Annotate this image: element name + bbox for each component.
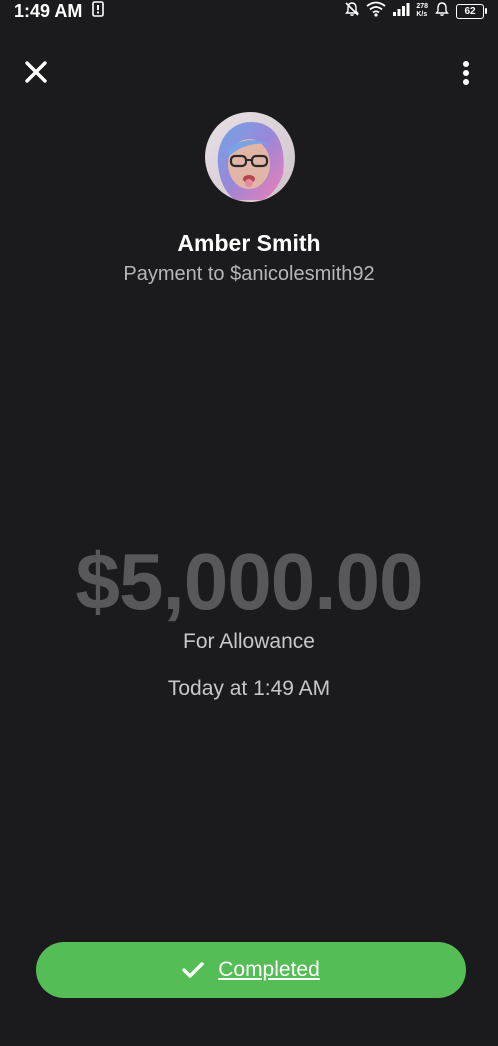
network-speed-value: 278 xyxy=(416,3,428,10)
payment-timestamp: Today at 1:49 AM xyxy=(167,677,331,700)
recipient-name: Amber Smith xyxy=(177,230,321,256)
more-vertical-icon xyxy=(463,61,469,85)
alarm-icon xyxy=(434,1,450,22)
completed-label: Completed xyxy=(218,958,320,981)
network-speed-unit: K/s xyxy=(416,11,428,18)
status-bar: 1:49 AM 278 K/s 62 xyxy=(0,0,498,22)
signal-icon xyxy=(392,1,410,22)
status-left: 1:49 AM xyxy=(14,0,105,22)
checkmark-icon xyxy=(182,962,204,978)
bell-off-icon xyxy=(344,1,360,22)
avatar-image xyxy=(205,112,295,202)
close-icon xyxy=(25,61,47,83)
completed-status-button[interactable]: Completed xyxy=(36,942,466,998)
status-right: 278 K/s 62 xyxy=(344,1,487,22)
payment-detail-screen: 1:49 AM 278 K/s 62 Amber Smith Payment t… xyxy=(0,0,498,1046)
wifi-icon xyxy=(366,1,386,22)
more-options-button[interactable] xyxy=(456,56,476,90)
network-speed: 278 K/s xyxy=(416,3,428,19)
status-time: 1:49 AM xyxy=(14,0,83,21)
avatar[interactable] xyxy=(205,112,295,202)
battery-indicator: 62 xyxy=(456,3,487,19)
recipient-subtitle: Payment to $anicolesmith92 xyxy=(123,263,375,285)
close-button[interactable] xyxy=(20,56,52,88)
payment-amount: $5,000.00 xyxy=(75,537,424,626)
phone-notification-icon xyxy=(92,0,105,22)
payment-note: For Allowance xyxy=(183,630,315,653)
